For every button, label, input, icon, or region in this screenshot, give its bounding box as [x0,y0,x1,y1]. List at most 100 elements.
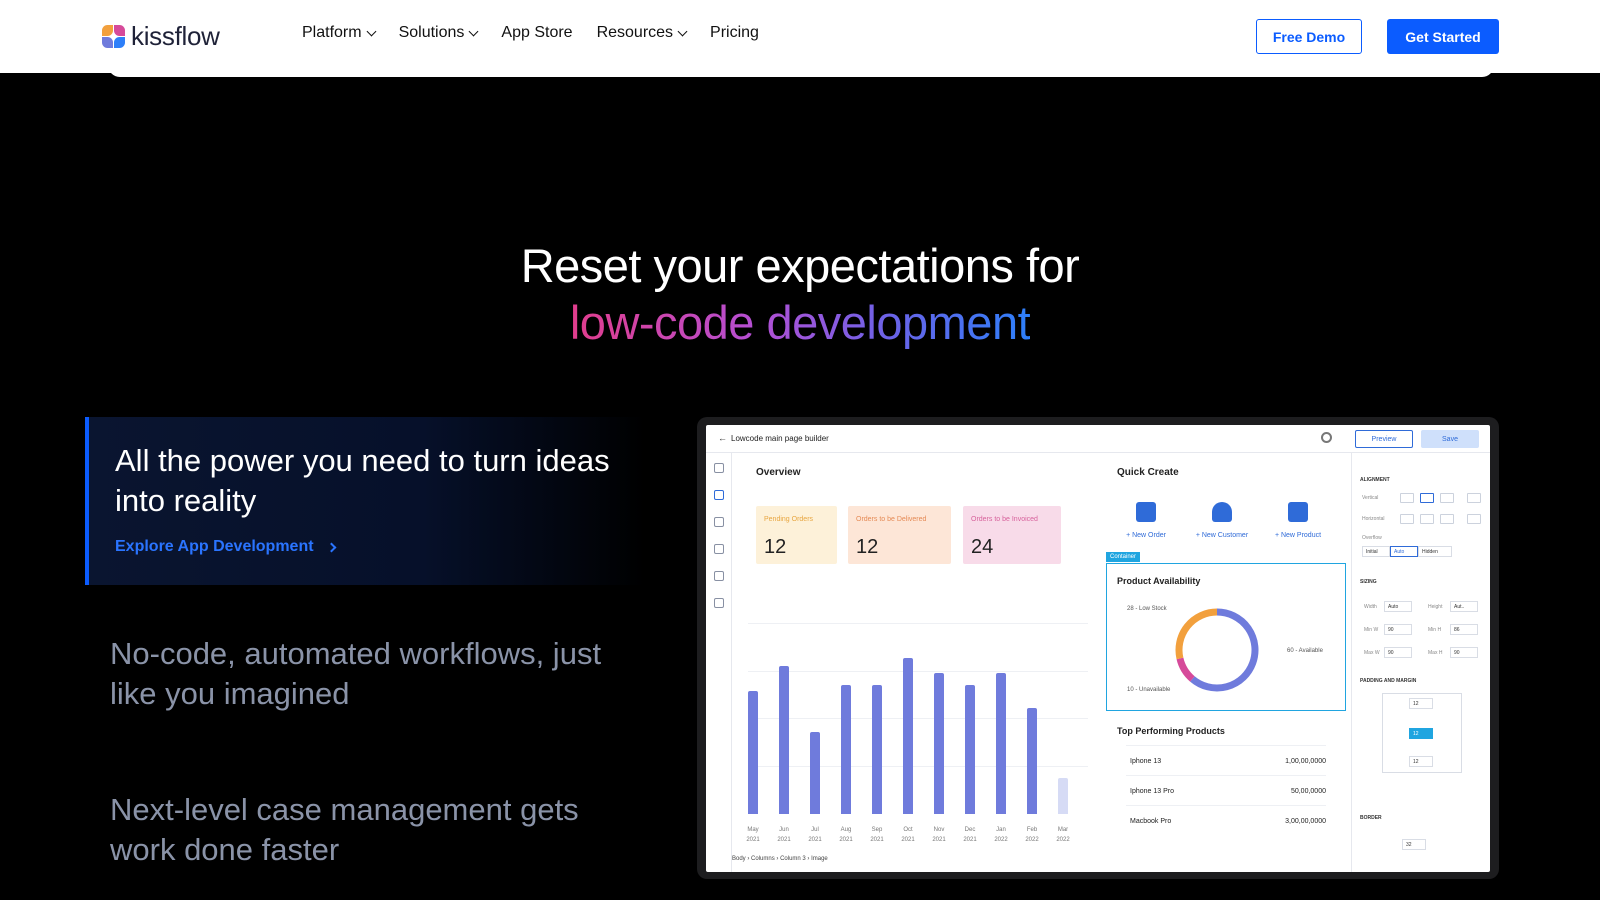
user-icon [1212,502,1232,522]
product-name: Iphone 13 [1130,758,1162,765]
logo-text: kissflow [131,21,220,51]
gridline [748,718,1088,719]
nav-pricing[interactable]: Pricing [710,24,759,42]
x-tick-year: 2021 [901,837,915,843]
hero-title-line2: low-code development [0,295,1600,350]
feature-tab-case-management[interactable]: Next-level case management gets work don… [110,790,650,870]
x-tick-label: Jun 2021 [771,825,797,845]
x-tick-year: 2021 [777,837,791,843]
nav-app-store[interactable]: App Store [501,24,572,42]
kpi-label: Orders to be Invoiced [971,516,1038,523]
nav-label: Solutions [398,24,465,41]
chart-icon [714,517,724,527]
table-row: Iphone 13 Pro 50,00,0000 [1126,775,1326,805]
free-demo-button[interactable]: Free Demo [1256,19,1362,54]
padding-heading: PADDING AND MARGIN [1360,678,1417,684]
gridline [748,765,1088,767]
list-icon [1136,502,1156,522]
overflow-auto: Auto [1390,546,1418,557]
chart-bar [1027,707,1037,814]
x-tick-month: Mar [1057,827,1069,833]
x-tick-month: Jul [811,827,819,833]
link-label: Explore App Development [115,538,314,555]
hero-gradient-text: low-code development [569,296,1031,349]
database-icon [714,571,724,581]
chart-bar [748,690,758,814]
main-nav: Platform Solutions App Store Resources P… [302,24,759,42]
border-heading: BORDER [1360,815,1382,821]
x-tick-label: Feb 2022 [1019,825,1045,845]
kpi-value: 24 [971,536,994,558]
quick-new-customer: + New Customer [1182,502,1262,539]
chart-bar [934,673,944,814]
align-top-icon [1400,493,1414,503]
kpi-orders-delivered: Orders to be Delivered 12 [848,506,951,564]
x-tick-year: 2021 [746,837,760,843]
kissflow-logo-icon [102,24,126,49]
table-row: Macbook Pro 3,00,00,0000 [1126,805,1326,835]
x-tick-year: 2021 [839,837,853,843]
min-height-label: Min H [1428,627,1442,633]
align-left-icon [1400,514,1414,524]
explore-app-development-link[interactable]: Explore App Development [115,538,337,556]
min-width-label: Min W [1364,627,1379,633]
x-tick-month: Feb [1026,827,1038,833]
builder-title: Lowcode main page builder [731,434,829,443]
x-tick-year: 2021 [808,837,822,843]
height-field: Aut.. [1450,601,1478,612]
x-tick-year: 2021 [963,837,977,843]
breadcrumb-item: Column 3 [780,856,806,862]
breadcrumb-item: Columns [751,856,775,862]
min-height-field: 86 [1450,624,1478,635]
quick-label: + New Customer [1195,532,1249,539]
grid-icon [714,544,724,554]
align-middle-icon [1420,493,1434,503]
product-availability-card: Product Availability 28 - Low Stock 60 -… [1106,563,1346,711]
x-tick-year: 2021 [932,837,946,843]
nav-solutions[interactable]: Solutions [398,24,479,42]
align-right-icon [1440,514,1454,524]
quick-create-title: Quick Create [1117,467,1179,478]
vertical-label: Vertical [1362,495,1379,501]
x-tick-month: Nov [933,827,945,833]
feature-tab-app-development[interactable]: All the power you need to turn ideas int… [85,417,645,585]
code-icon [714,598,724,608]
back-arrow-icon: ← [718,433,727,443]
x-tick-label: Jan 2022 [988,825,1014,845]
kissflow-logo[interactable]: kissflow [102,21,220,52]
kpi-label: Orders to be Delivered [856,516,927,523]
nav-platform[interactable]: Platform [302,24,377,42]
nav-resources[interactable]: Resources [596,24,688,42]
quick-label: + New Order [1126,532,1166,539]
gear-icon [1321,432,1332,443]
x-tick-month: Oct [903,827,913,833]
product-name: Macbook Pro [1130,818,1172,825]
quick-new-order: + New Order [1106,502,1186,539]
x-tick-month: Sep [871,827,883,833]
box-model-diagram: 12 12 12 [1382,693,1462,773]
x-tick-month: Jun [779,827,789,833]
builder-sidebar [706,453,732,872]
align-center-icon [1420,514,1434,524]
product-value: 1,00,00,0000 [1285,758,1326,765]
breadcrumb-item: Body [732,856,746,862]
feature-tab-workflows[interactable]: No-code, automated workflows, just like … [110,634,650,714]
kpi-label: Pending Orders [764,516,814,523]
donut-slice-low-stock [1175,608,1218,660]
chart-bar [779,665,789,814]
builder-toolbar: ← Lowcode main page builder Preview Save [706,425,1490,453]
container-tag: Container [1106,552,1141,562]
gridline [748,623,1088,624]
align-bottom-icon [1440,493,1454,503]
chart-bar [872,684,882,814]
content-box: 12 [1409,728,1433,739]
get-started-button[interactable]: Get Started [1387,19,1499,54]
margin-bottom-field: 12 [1409,756,1433,767]
nav-label: Resources [596,24,674,41]
top-products-title: Top Performing Products [1117,726,1225,736]
breadcrumb: Body › Columns › Column 3 › Image [732,856,828,862]
overview-title: Overview [756,467,801,478]
layout-icon [714,463,724,473]
x-tick-month: May [747,827,759,833]
kpi-value: 12 [856,536,879,558]
